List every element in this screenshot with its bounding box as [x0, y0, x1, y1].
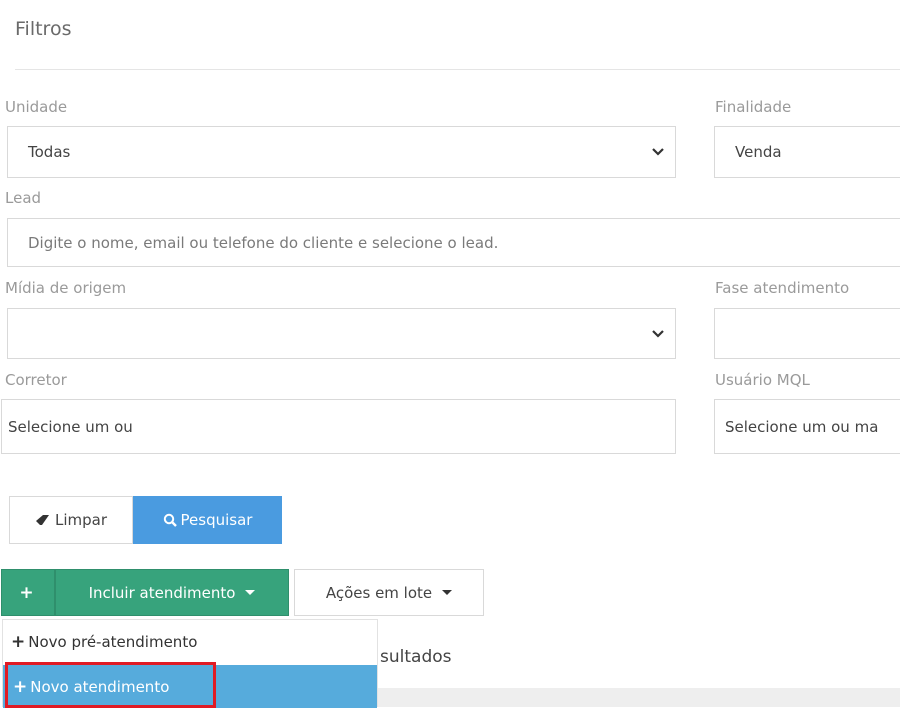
caret-down-icon: [442, 590, 453, 595]
results-count-text: sultados: [380, 647, 452, 667]
filters-title: Filtros: [15, 18, 72, 40]
caret-down-icon: [245, 590, 256, 595]
incluir-atendimento-label: Incluir atendimento: [88, 583, 236, 602]
usuario-mql-multiselect[interactable]: Selecione um ou ma: [714, 399, 900, 454]
lead-input[interactable]: Digite o nome, email ou telefone do clie…: [7, 218, 900, 267]
pesquisar-button[interactable]: Pesquisar: [133, 496, 282, 544]
usuario-mql-label: Usuário MQL: [715, 371, 810, 389]
corretor-placeholder: Selecione um ou: [8, 417, 133, 436]
corretor-multiselect[interactable]: Selecione um ou: [1, 399, 676, 454]
table-header-strip: [378, 688, 900, 707]
acoes-em-lote-button[interactable]: Ações em lote: [294, 569, 484, 616]
highlight-box: [5, 662, 216, 708]
midia-select[interactable]: [7, 308, 676, 359]
plus-icon: +: [19, 582, 34, 603]
fase-select[interactable]: [714, 308, 900, 359]
eraser-icon: [35, 515, 49, 525]
pesquisar-label: Pesquisar: [180, 511, 253, 529]
midia-label: Mídia de origem: [5, 279, 127, 297]
incluir-atendimento-button[interactable]: Incluir atendimento: [55, 569, 289, 616]
plus-icon: +: [11, 631, 26, 652]
finalidade-value: Venda: [735, 143, 782, 161]
lead-label: Lead: [5, 189, 42, 207]
incluir-plus-button[interactable]: +: [1, 569, 55, 616]
acoes-em-lote-label: Ações em lote: [325, 583, 433, 602]
unidade-select[interactable]: Todas: [7, 126, 676, 178]
finalidade-label: Finalidade: [715, 98, 792, 116]
corretor-label: Corretor: [5, 371, 67, 389]
usuario-mql-placeholder: Selecione um ou ma: [725, 417, 879, 436]
menu-item-novo-pre-atendimento[interactable]: + Novo pré-atendimento: [3, 620, 377, 663]
chevron-down-icon: [652, 148, 664, 156]
lead-placeholder: Digite o nome, email ou telefone do clie…: [28, 233, 499, 252]
search-icon: [163, 513, 177, 527]
limpar-button[interactable]: Limpar: [9, 496, 133, 544]
unidade-label: Unidade: [5, 98, 68, 116]
menu-item-label: Novo pré-atendimento: [28, 632, 198, 651]
limpar-label: Limpar: [54, 511, 108, 529]
fase-label: Fase atendimento: [715, 279, 850, 297]
finalidade-select[interactable]: Venda: [714, 126, 900, 178]
chevron-down-icon: [652, 329, 664, 338]
unidade-value: Todas: [28, 143, 71, 161]
divider: [15, 69, 900, 70]
